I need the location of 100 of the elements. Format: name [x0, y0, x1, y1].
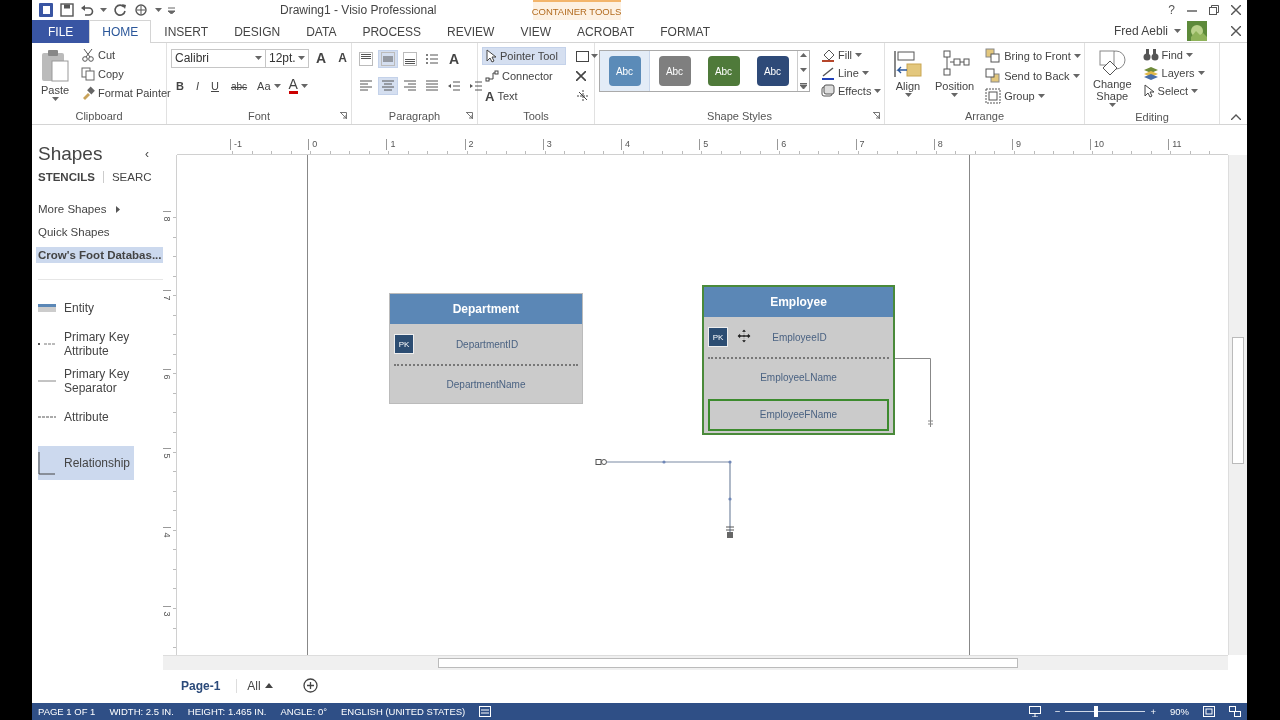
text-block-button[interactable]: A	[444, 49, 465, 69]
style-swatch[interactable]: Abc	[756, 56, 789, 86]
page-tab[interactable]: Page-1	[175, 675, 227, 696]
vertical-align-button[interactable]	[400, 50, 420, 68]
entity-shape[interactable]: Department PK DepartmentID DepartmentName	[389, 293, 583, 404]
arrange-button[interactable]: Position	[931, 46, 979, 108]
ribbon-tab[interactable]: HOME	[89, 20, 152, 43]
ruler-label: 7	[163, 295, 172, 301]
caret-icon	[100, 8, 107, 12]
arrange-command[interactable]: Send to Back	[982, 66, 1084, 86]
collapse-ribbon-icon[interactable]	[1231, 114, 1241, 120]
editing-command[interactable]: Select	[1139, 82, 1208, 100]
format-command[interactable]: Effects	[818, 82, 885, 100]
group-label: Font	[248, 110, 270, 122]
attribute-field[interactable]: EmployeeID	[732, 321, 867, 353]
font-color-button[interactable]: A	[285, 76, 311, 96]
arrange-command[interactable]: Bring to Front	[982, 46, 1084, 66]
panel-tab[interactable]: STENCILS	[38, 171, 95, 183]
zoom-in-button[interactable]: +	[1150, 706, 1156, 717]
stencil-link[interactable]: Crow's Foot Databas...	[36, 247, 165, 263]
close-icon[interactable]	[1231, 26, 1241, 36]
italic-button[interactable]: I	[190, 78, 204, 94]
style-swatch[interactable]: Abc	[608, 56, 641, 86]
panel-tab[interactable]: SEARC	[111, 171, 152, 183]
stencil-shape[interactable]: Relationship	[38, 446, 134, 480]
tool-button[interactable]: Pointer Tool	[482, 47, 566, 65]
attribute-field[interactable]: DepartmentID	[418, 328, 556, 360]
dialog-launcher-icon[interactable]	[466, 112, 473, 119]
strikethrough-button[interactable]: abc	[225, 78, 253, 94]
align-icon	[893, 49, 923, 79]
tool-button[interactable]: A Text	[482, 86, 566, 106]
bold-button[interactable]: B	[171, 78, 189, 94]
ribbon-tab[interactable]: FILE	[32, 20, 90, 43]
dialog-launcher-icon[interactable]	[873, 112, 880, 119]
more-icon[interactable]	[800, 83, 807, 89]
underline-button[interactable]: U	[206, 78, 224, 94]
shrink-font-button[interactable]: A	[333, 49, 352, 67]
stencil-shape[interactable]: Primary Key Separator	[38, 364, 134, 398]
presentation-icon[interactable]	[1028, 706, 1041, 717]
zoom-level[interactable]: 90%	[1170, 706, 1189, 717]
stencil-shape[interactable]: Primary Key Attribute	[38, 327, 134, 361]
caret-up-icon[interactable]	[264, 683, 273, 688]
undo-icon[interactable]	[80, 3, 94, 17]
redo-icon[interactable]	[113, 3, 127, 17]
horizontal-scrollbar[interactable]	[163, 655, 1228, 670]
ribbon-tab[interactable]: DATA	[293, 20, 350, 43]
rectangle-icon[interactable]	[576, 50, 589, 62]
vertical-align-button[interactable]	[356, 50, 376, 68]
ribbon-tab[interactable]: FORMAT	[647, 20, 723, 43]
attribute-field[interactable]: EmployeeLName	[708, 361, 889, 394]
account-name[interactable]: Fred Aebli	[1113, 24, 1168, 38]
switch-windows-icon[interactable]	[1229, 706, 1241, 717]
zoom-out-button[interactable]: −	[1054, 706, 1061, 717]
save-icon[interactable]	[60, 3, 74, 17]
ribbon-tab[interactable]: REVIEW	[434, 20, 508, 43]
dialog-launcher-icon[interactable]	[340, 112, 347, 119]
font-name-field[interactable]: Calibri	[171, 48, 266, 68]
close-icon[interactable]	[1231, 5, 1241, 15]
entity-shape[interactable]: Employee PK EmployeeID EmployeeLName EmployeeFName	[702, 285, 895, 435]
format-command[interactable]: Fill	[818, 46, 885, 64]
stencil-shape[interactable]: Attribute	[38, 401, 134, 433]
ribbon-tab[interactable]: ACROBAT	[564, 20, 648, 43]
close-icon[interactable]	[576, 71, 586, 81]
ribbon-tab[interactable]: PROCESS	[349, 20, 435, 43]
scroll-up-icon[interactable]	[800, 53, 807, 57]
arrange-button[interactable]: Align	[889, 46, 927, 108]
connection-point-icon[interactable]	[576, 89, 590, 103]
ribbon-tab[interactable]: DESIGN	[221, 20, 294, 43]
change-shape-button[interactable]: Change Shape	[1089, 46, 1136, 111]
font-size-field[interactable]: 12pt.	[265, 48, 309, 68]
vertical-scrollbar[interactable]	[1228, 155, 1247, 655]
tool-button[interactable]: Connector	[482, 68, 566, 84]
stencil-shape[interactable]: Entity	[38, 292, 134, 324]
style-swatch[interactable]: Abc	[658, 56, 691, 86]
clipboard-command[interactable]: Copy	[78, 65, 174, 83]
style-swatch[interactable]: Abc	[707, 56, 740, 86]
ribbon-tab[interactable]: VIEW	[507, 20, 565, 43]
editing-command[interactable]: Layers	[1139, 64, 1208, 82]
clipboard-command[interactable]: Cut	[78, 46, 174, 64]
help-button[interactable]: ?	[1168, 3, 1175, 17]
attribute-field[interactable]: EmployeeFName	[708, 398, 889, 431]
add-page-icon[interactable]	[302, 678, 318, 693]
caret-icon	[1185, 53, 1193, 57]
all-pages-button[interactable]: All	[247, 678, 261, 693]
fit-page-icon[interactable]	[1203, 706, 1215, 717]
clipboard-command[interactable]: Format Painter	[78, 84, 174, 102]
grow-font-button[interactable]: A	[311, 48, 332, 68]
attribute-field[interactable]: DepartmentName	[394, 368, 578, 401]
macro-icon[interactable]	[479, 706, 492, 717]
stencil-link[interactable]: Quick Shapes	[38, 224, 113, 240]
paste-button[interactable]: Paste	[36, 46, 74, 108]
change-case-button[interactable]: Aa	[254, 78, 284, 94]
format-command[interactable]: Line	[818, 64, 885, 82]
restore-icon[interactable]	[1209, 5, 1219, 15]
collapse-button[interactable]: ‹	[145, 147, 149, 161]
stencil-link[interactable]: More Shapes	[38, 201, 124, 217]
customize-icon[interactable]	[168, 6, 175, 14]
editing-command[interactable]: Find	[1139, 46, 1208, 64]
ribbon-tab[interactable]: INSERT	[151, 20, 222, 43]
arrange-command[interactable]: Group	[982, 86, 1084, 106]
